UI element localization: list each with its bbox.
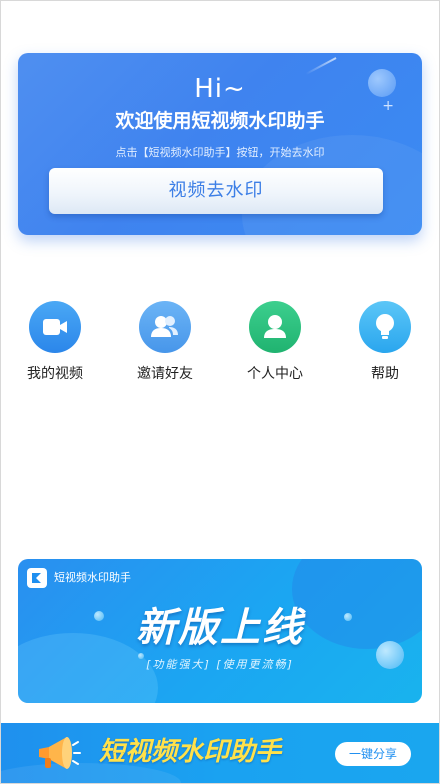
- megaphone-icon: [33, 731, 81, 775]
- app-screen: + Hi~ 欢迎使用短视频水印助手 点击【短视频水印助手】按钮，开始去水印 视频…: [0, 0, 440, 784]
- banner-brand: 短视频水印助手: [54, 571, 131, 584]
- app-logo-icon: [27, 568, 47, 588]
- share-bar: 短视频水印助手 一键分享: [1, 723, 439, 783]
- video-camera-icon: [29, 301, 81, 353]
- menu-item-label: 帮助: [371, 366, 399, 382]
- menu-item-profile[interactable]: 个人中心: [230, 301, 320, 383]
- welcome-title: 欢迎使用短视频水印助手: [115, 110, 325, 132]
- instruction-text: 点击【短视频水印助手】按钮，开始去水印: [115, 146, 325, 159]
- person-icon: [249, 301, 301, 353]
- menu-item-invite-friends[interactable]: 邀请好友: [120, 301, 210, 383]
- share-button[interactable]: 一键分享: [335, 742, 411, 766]
- menu-item-my-videos[interactable]: 我的视频: [10, 301, 100, 383]
- menu-item-label: 个人中心: [247, 366, 303, 382]
- remove-watermark-button[interactable]: 视频去水印: [49, 168, 383, 214]
- feature-menu: 我的视频 邀请好友 个人中心 帮助: [1, 301, 439, 391]
- welcome-card: + Hi~ 欢迎使用短视频水印助手 点击【短视频水印助手】按钮，开始去水印 视频…: [18, 53, 422, 235]
- menu-item-label: 我的视频: [27, 366, 83, 382]
- banner-tagline: [功能强大] [使用更流畅]: [146, 658, 294, 671]
- promo-banner[interactable]: 短视频水印助手 新版上线 [功能强大] [使用更流畅]: [18, 559, 422, 703]
- banner-headline: 新版上线: [136, 605, 304, 651]
- menu-item-label: 邀请好友: [137, 366, 193, 382]
- lightbulb-icon: [359, 301, 411, 353]
- menu-item-help[interactable]: 帮助: [340, 301, 430, 383]
- friends-icon: [139, 301, 191, 353]
- share-bar-title: 短视频水印助手: [99, 737, 282, 767]
- greeting-text: Hi~: [194, 74, 246, 104]
